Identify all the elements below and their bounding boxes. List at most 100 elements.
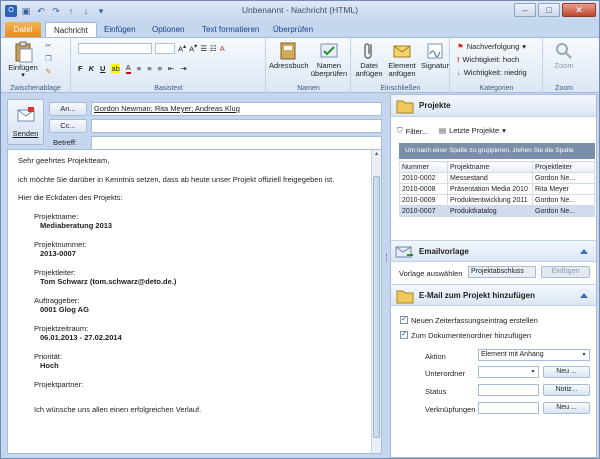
font-size-dropdown[interactable] (155, 43, 175, 54)
high-importance-button[interactable]: ! Wichtigkeit: hoch (457, 55, 519, 64)
group-names: Adressbuch Namen überprüfen Namen (267, 38, 351, 93)
bold-icon[interactable]: F (78, 64, 83, 73)
note-button[interactable]: Notiz... (543, 384, 590, 396)
links-input[interactable] (478, 402, 539, 414)
detail-priority: Priorität: Hoch (34, 351, 62, 371)
insert-template-button[interactable]: Einfügen (541, 266, 590, 278)
tab-format-text[interactable]: Text formatieren (194, 22, 267, 37)
detail-partner: Projektpartner: (34, 379, 84, 389)
address-book-button[interactable]: Adressbuch (269, 41, 309, 70)
collapse-icon[interactable] (580, 249, 588, 254)
attach-file-button[interactable]: Datei anfügen (354, 41, 384, 78)
font-family-dropdown[interactable] (78, 43, 152, 54)
filter-button[interactable]: ⛉ Filter... (397, 126, 428, 136)
flag-icon: ⚑ (457, 42, 464, 51)
bullets-icon[interactable]: ☰ (200, 44, 207, 53)
table-cell: Rita Meyer (532, 183, 595, 195)
subject-field[interactable] (91, 136, 382, 150)
scroll-thumb[interactable] (373, 176, 380, 438)
low-importance-button[interactable]: ↓ Wichtigkeit: niedrig (457, 68, 527, 77)
document-icon: ▤ (439, 126, 447, 135)
align-right-icon[interactable]: ≡ (158, 64, 162, 73)
grip-icon (386, 254, 388, 262)
send-button[interactable]: Senden (7, 99, 44, 145)
zoom-button[interactable]: Zoom (548, 41, 580, 70)
send-icon (17, 107, 34, 122)
align-center-icon[interactable]: ≡ (147, 64, 151, 73)
copy-icon[interactable]: ❐ (45, 54, 52, 63)
detail-number: Projektnummer: 2013-0007 (34, 239, 87, 259)
folder-add-icon (396, 290, 414, 304)
tab-file[interactable]: Datei (5, 22, 41, 37)
shrink-font-icon[interactable]: A▾ (189, 43, 197, 54)
status-input[interactable] (478, 384, 539, 396)
signature-button[interactable]: Signatur (420, 41, 450, 70)
time-entry-checkbox[interactable]: ✓ (400, 316, 408, 324)
align-left-icon[interactable]: ≡ (137, 64, 141, 73)
new-link-button[interactable]: Neu ... (543, 402, 590, 414)
table-cell: Gordon Ne... (532, 194, 595, 206)
table-row[interactable]: 2010-0009 Produktentwicklung 2011 Gordon N… (399, 194, 595, 206)
to-button[interactable]: An... (49, 102, 87, 116)
magnifier-icon (556, 43, 572, 59)
paste-button[interactable]: Einfügen ▾ (7, 41, 39, 80)
font-color-icon[interactable]: A (125, 63, 131, 74)
underline-icon[interactable]: U (100, 64, 105, 73)
check-names-icon (320, 43, 338, 58)
status-label: Status (425, 387, 447, 396)
followup-button[interactable]: ⚑ Nachverfolgung ▾ (457, 42, 526, 51)
closing-line: Ich wünsche uns allen einen erfolgreiche… (34, 405, 202, 414)
to-field[interactable]: Gordon Newman; Rita Meyer; Andreas Klug (91, 102, 382, 116)
cc-field[interactable] (91, 119, 382, 133)
scroll-up-icon[interactable]: ▴ (372, 150, 381, 157)
group-by-hint: Um nach einer Spalte zu gruppieren, zieh… (399, 143, 595, 159)
tab-options[interactable]: Optionen (144, 22, 192, 37)
attach-item-button[interactable]: Element anfügen (385, 41, 419, 78)
email-project-header: E-Mail zum Projekt hinzufügen (391, 284, 596, 306)
indent-icon[interactable]: ⇥ (180, 64, 186, 73)
column-project-leader[interactable]: Projektleiter (532, 161, 595, 173)
highlight-icon[interactable]: ab (111, 64, 120, 73)
outdent-icon[interactable]: ⇤ (168, 64, 174, 73)
numbering-icon[interactable]: ☷ (210, 44, 217, 53)
greeting: Sehr geehrtes Projektteam, (18, 156, 110, 165)
cc-button[interactable]: Cc... (49, 119, 87, 133)
table-row[interactable]: 2010-0002 Messestand Gordon Ne... (399, 172, 595, 184)
projects-table: Nummer Projektname Projektleiter 2010-00… (399, 161, 595, 217)
tab-review[interactable]: Überprüfen (265, 22, 321, 37)
minimize-button[interactable]: – (514, 3, 536, 17)
last-projects-button[interactable]: ▤ Letzte Projekte ▾ (439, 126, 506, 135)
message-body[interactable]: Sehr geehrtes Projektteam, ich möchte Si… (7, 149, 382, 454)
action-select[interactable]: Element mit Anhang ▾ (478, 349, 590, 361)
action-label: Aktion (425, 352, 446, 361)
italic-icon[interactable]: K (89, 64, 94, 73)
column-project-name[interactable]: Projektname (447, 161, 533, 173)
document-folder-checkbox[interactable]: ✓ (400, 331, 408, 339)
template-select[interactable]: Projektabschluss (468, 266, 536, 278)
new-subfolder-button[interactable]: Neu ... (543, 366, 590, 378)
table-cell: Gordon Ne... (532, 172, 595, 184)
table-row[interactable]: 2010-0007 Produktkatalog Gordon Ne... (399, 205, 595, 217)
tab-insert[interactable]: Einfügen (96, 22, 144, 37)
column-number[interactable]: Nummer (399, 161, 448, 173)
body-scrollbar[interactable]: ▴ (371, 150, 381, 453)
group-zoom: Zoom Zoom (544, 38, 584, 93)
check-names-button[interactable]: Namen überprüfen (309, 41, 349, 78)
table-row[interactable]: 2010-0008 Präsentation Media 2010 Rita Mey… (399, 183, 595, 195)
close-button[interactable]: ✕ (562, 3, 596, 17)
subfolder-select[interactable]: ▾ (478, 366, 539, 378)
cut-icon[interactable]: ✂ (45, 41, 51, 50)
group-basic-text: A▴ A▾ ☰ ☷ A F K U ab A ≡ ≡ ≡ ⇤ ⇥ Basiste… (72, 38, 266, 93)
maximize-button[interactable]: □ (538, 3, 560, 17)
format-painter-icon[interactable]: ✎ (45, 67, 51, 76)
tab-message[interactable]: Nachricht (45, 22, 97, 37)
detail-name: Projektname: Mediaberatung 2013 (34, 211, 113, 231)
time-entry-label: Neuen Zeiterfassungseintrag erstellen (411, 316, 538, 325)
table-cell: 2010-0002 (399, 172, 448, 184)
signature-icon (427, 43, 443, 59)
collapse-icon[interactable] (580, 293, 588, 298)
clear-format-icon[interactable]: A (220, 44, 225, 53)
grow-font-icon[interactable]: A▴ (178, 43, 186, 54)
ribbon: Einfügen ▾ ✂ ❐ ✎ Zwischenablage A▴ A▾ ☰ … (1, 37, 599, 93)
group-label-clipboard: Zwischenablage (10, 85, 61, 92)
